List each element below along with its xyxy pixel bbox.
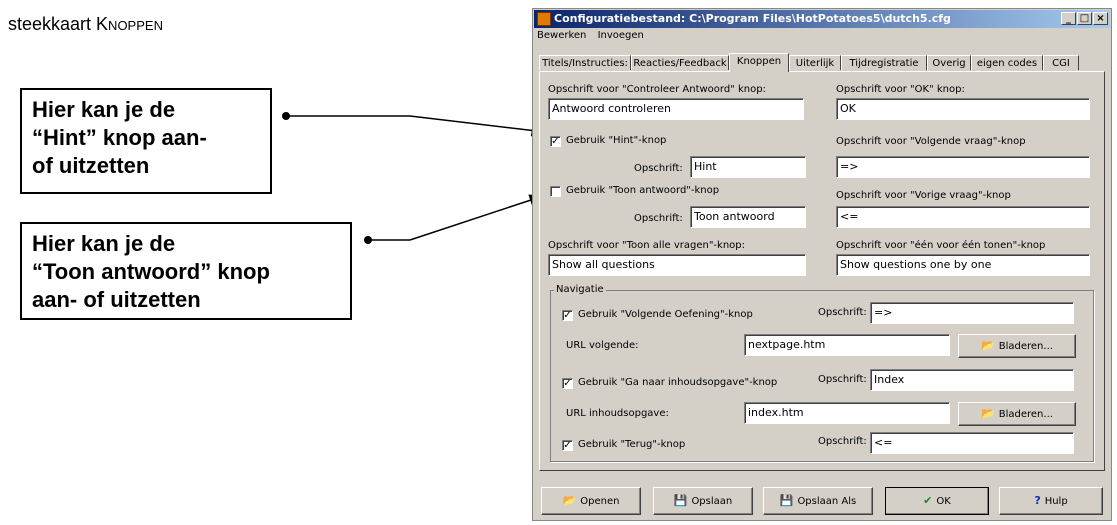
- browse-next-label: Bladeren...: [998, 341, 1053, 352]
- connector-arrow: [409, 115, 547, 137]
- help-label: Hulp: [1044, 496, 1068, 507]
- contents-caption-label: Opschrift:: [818, 374, 867, 385]
- navigation-group-label: Navigatie: [554, 284, 606, 295]
- show-all-label: Opschrift voor "Toon alle vragen"-knop:: [548, 240, 745, 251]
- contents-checkbox-label: Gebruik "Ga naar inhoudsopgave"-knop: [578, 377, 778, 388]
- next-exercise-checkbox[interactable]: ✓: [562, 310, 573, 321]
- tab-uiterlijk[interactable]: Uiterlijk: [789, 55, 841, 70]
- one-by-one-input[interactable]: Show questions one by one: [836, 254, 1090, 276]
- browse-contents-button[interactable]: 📂 Bladeren...: [958, 402, 1076, 426]
- back-checkbox-label: Gebruik "Terug"-knop: [578, 439, 686, 450]
- browse-next-button[interactable]: 📂 Bladeren...: [958, 334, 1076, 358]
- next-question-label: Opschrift voor "Volgende vraag"-knop: [836, 136, 1026, 147]
- save-as-label: Opslaan Als: [797, 496, 857, 507]
- next-exercise-checkbox-label: Gebruik "Volgende Oefening"-knop: [578, 309, 753, 320]
- help-button[interactable]: ? Hulp: [999, 487, 1103, 515]
- back-caption-label: Opschrift:: [818, 436, 867, 447]
- menu-bar: Bewerken Invoegen: [537, 30, 652, 41]
- save-label: Opslaan: [691, 496, 733, 507]
- save-button[interactable]: 💾 Opslaan: [653, 487, 753, 515]
- previous-question-label: Opschrift voor "Vorige vraag"-knop: [836, 190, 1011, 201]
- title-bar[interactable]: Configuratiebestand: C:\Program Files\Ho…: [534, 10, 1110, 28]
- config-dialog: Configuratiebestand: C:\Program Files\Ho…: [532, 8, 1112, 521]
- check-answer-label: Opschrift voor "Controleer Antwoord" kno…: [548, 84, 766, 95]
- help-icon: ?: [1034, 494, 1041, 507]
- show-answer-caption-label: Opschrift:: [634, 213, 683, 224]
- url-next-label: URL volgende:: [566, 340, 639, 351]
- show-answer-checkbox-label: Gebruik "Toon antwoord"-knop: [566, 185, 720, 196]
- one-by-one-label: Opschrift voor "één voor één tonen"-knop: [836, 240, 1046, 251]
- app-icon: [537, 12, 551, 26]
- save-as-button[interactable]: 💾 Opslaan Als: [763, 487, 873, 515]
- folder-icon: 📂: [981, 339, 995, 352]
- ok-label: Opschrift voor "OK" knop:: [836, 84, 965, 95]
- tab-reacties[interactable]: Reacties/Feedback: [631, 55, 729, 70]
- url-contents-input[interactable]: index.htm: [744, 402, 950, 424]
- maximize-button[interactable]: □: [1077, 12, 1092, 25]
- menu-invoegen[interactable]: Invoegen: [598, 30, 644, 41]
- tab-tijdregistratie[interactable]: Tijdregistratie: [841, 55, 927, 70]
- disks-icon: 💾: [779, 494, 794, 507]
- tab-knoppen[interactable]: Knoppen: [729, 53, 789, 72]
- minimize-button[interactable]: _: [1061, 12, 1076, 25]
- window-title: Configuratiebestand: C:\Program Files\Ho…: [554, 12, 951, 25]
- hint-checkbox[interactable]: ✓: [550, 136, 561, 147]
- ok-button[interactable]: ✔ OK: [885, 487, 989, 515]
- ok-input[interactable]: OK: [836, 98, 1090, 120]
- contents-caption-input[interactable]: Index: [870, 369, 1074, 391]
- url-next-input[interactable]: nextpage.htm: [744, 334, 950, 356]
- open-label: Openen: [580, 496, 620, 507]
- hint-caption-input[interactable]: Hint: [690, 156, 806, 178]
- previous-question-input[interactable]: <=: [836, 206, 1090, 228]
- checkmark-icon: ✔: [923, 494, 933, 507]
- tab-titels[interactable]: Titels/Instructies:: [539, 55, 631, 70]
- next-question-input[interactable]: =>: [836, 156, 1090, 178]
- show-all-input[interactable]: Show all questions: [548, 254, 806, 276]
- hint-caption-label: Opschrift:: [634, 163, 683, 174]
- tab-overig[interactable]: Overig: [927, 55, 971, 70]
- ok-button-label: OK: [936, 496, 951, 507]
- back-caption-input[interactable]: <=: [870, 432, 1074, 454]
- back-checkbox[interactable]: ✓: [562, 440, 573, 451]
- browse-contents-label: Bladeren...: [998, 409, 1053, 420]
- show-answer-caption-input[interactable]: Toon antwoord: [690, 206, 806, 228]
- folder-icon: 📂: [562, 494, 577, 507]
- tab-strip: Titels/Instructies: Reacties/Feedback Kn…: [539, 53, 1105, 72]
- tab-cgi[interactable]: CGI: [1043, 55, 1079, 70]
- contents-checkbox[interactable]: ✓: [562, 378, 573, 389]
- check-answer-input[interactable]: Antwoord controleren: [548, 98, 804, 120]
- tab-eigen-codes[interactable]: eigen codes: [971, 55, 1043, 70]
- next-exercise-caption-label: Opschrift:: [818, 307, 867, 318]
- close-button[interactable]: ×: [1093, 12, 1108, 25]
- url-contents-label: URL inhoudsopgave:: [566, 408, 669, 419]
- folder-icon: 📂: [981, 407, 995, 420]
- next-exercise-caption-input[interactable]: =>: [870, 302, 1074, 324]
- open-button[interactable]: 📂 Openen: [541, 487, 641, 515]
- show-answer-checkbox[interactable]: [550, 186, 561, 197]
- menu-bewerken[interactable]: Bewerken: [537, 30, 586, 41]
- hint-checkbox-label: Gebruik "Hint"-knop: [566, 135, 667, 146]
- connector-arrow: [409, 194, 545, 241]
- knoppen-panel: Opschrift voor "Controleer Antwoord" kno…: [539, 71, 1105, 471]
- disk-icon: 💾: [673, 494, 688, 507]
